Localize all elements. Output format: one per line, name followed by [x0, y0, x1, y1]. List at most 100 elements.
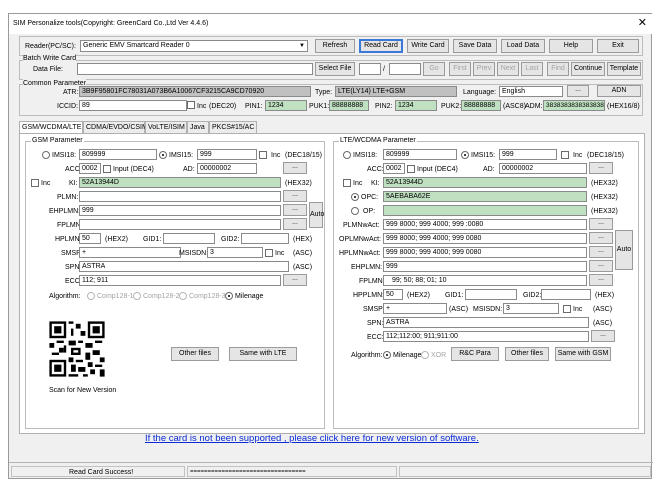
pin1-input[interactable]: 1234: [265, 100, 307, 111]
lte-spn-input[interactable]: ASTRA: [383, 317, 589, 328]
lte-ehplmn-input[interactable]: 999: [383, 261, 587, 272]
lte-fplmn-more-button[interactable]: ...: [589, 274, 613, 286]
tab-pkcs15-ac[interactable]: PKCS#15/AC: [209, 121, 257, 133]
gsm-ad-more-button[interactable]: ...: [283, 162, 307, 174]
gsm-imsi18-input[interactable]: 809999: [79, 149, 157, 160]
gsm-acc-input-checkbox[interactable]: [103, 165, 111, 173]
lte-plmnwact-more-button[interactable]: ...: [589, 218, 613, 230]
pin2-input[interactable]: 1234: [395, 100, 437, 111]
template-button[interactable]: Template: [607, 62, 641, 76]
tab-volte-isim[interactable]: VoLTE/ISIM: [145, 121, 187, 133]
lte-imsi18-radio[interactable]: [343, 151, 351, 159]
lte-ecc-more-button[interactable]: ...: [591, 330, 615, 342]
same-with-gsm-button[interactable]: Same with GSM: [555, 347, 611, 361]
go-button[interactable]: Go: [423, 62, 445, 76]
lte-fplmn-input[interactable]: 99; 50; 88; 01; 10: [383, 275, 587, 286]
gsm-fplmn-input[interactable]: [79, 219, 281, 230]
iccid-inc-checkbox[interactable]: [187, 101, 195, 109]
save-data-button[interactable]: Save Data: [453, 39, 497, 53]
batch-total-input[interactable]: [389, 63, 421, 75]
lte-auto-button[interactable]: Auto: [615, 230, 633, 270]
lte-ki-input[interactable]: 52A13944D: [383, 177, 587, 188]
load-data-button[interactable]: Load Data: [501, 39, 545, 53]
lte-imsi15-input[interactable]: 999: [499, 149, 557, 160]
gsm-algo-comp128-3-radio[interactable]: [179, 292, 187, 300]
lte-imsi-inc-checkbox[interactable]: [561, 151, 569, 159]
last-button[interactable]: Last: [521, 62, 543, 76]
lte-algo-milenage-radio[interactable]: [383, 351, 391, 359]
lte-algo-xor-radio[interactable]: [421, 351, 429, 359]
gsm-algo-comp128-2-radio[interactable]: [133, 292, 141, 300]
gsm-ad-input[interactable]: 00000002: [197, 163, 257, 174]
gsm-imsi-inc-checkbox[interactable]: [259, 151, 267, 159]
language-select[interactable]: English: [499, 86, 563, 97]
lte-oplmnwact-input[interactable]: 999 8000; 999 4000; 999 0080: [383, 233, 587, 244]
lte-gid1-input[interactable]: [465, 289, 517, 300]
gsm-ki-input[interactable]: 52A13944D: [79, 177, 281, 188]
gsm-smsp-input[interactable]: +: [79, 247, 181, 258]
gsm-spn-input[interactable]: ASTRA: [79, 261, 289, 272]
prev-button[interactable]: Prev: [473, 62, 495, 76]
lte-ecc-input[interactable]: 112;112:00; 911;911:00: [383, 331, 589, 342]
gsm-fplmn-more-button[interactable]: ...: [283, 218, 307, 230]
lte-smsp-input[interactable]: +: [383, 303, 447, 314]
gsm-acc-input[interactable]: 0002: [79, 163, 101, 174]
next-button[interactable]: Next: [497, 62, 519, 76]
lte-op-input[interactable]: [383, 205, 587, 216]
gsm-ki-inc-checkbox[interactable]: [31, 179, 39, 187]
gsm-gid2-input[interactable]: [241, 233, 289, 244]
reader-select[interactable]: Generic EMV Smartcard Reader 0 ▼: [80, 40, 308, 52]
lte-msisdn-input[interactable]: 3: [503, 303, 559, 314]
lte-ehplmn-more-button[interactable]: ...: [589, 260, 613, 272]
continue-button[interactable]: Continue: [571, 62, 605, 76]
lte-opc-radio[interactable]: [351, 193, 359, 201]
read-card-button[interactable]: Read Card: [359, 39, 403, 53]
gsm-gid1-input[interactable]: [163, 233, 215, 244]
gsm-ehplmn-input[interactable]: 999: [79, 205, 281, 216]
gsm-algo-milenage-radio[interactable]: [225, 292, 233, 300]
gsm-imsi15-input[interactable]: 999: [197, 149, 257, 160]
puk1-input[interactable]: 88888888: [329, 100, 369, 111]
select-file-button[interactable]: Select File: [315, 62, 355, 76]
lte-msisdn-inc-checkbox[interactable]: [563, 305, 571, 313]
lte-plmnwact-input[interactable]: 999 8000; 999 4000; 999 :0080: [383, 219, 587, 230]
lte-imsi15-radio[interactable]: [461, 151, 469, 159]
new-version-link[interactable]: If the card is not been supported , plea…: [145, 433, 479, 444]
first-button[interactable]: First: [449, 62, 471, 76]
gsm-other-files-button[interactable]: Other files: [171, 347, 219, 361]
gsm-algo-comp128-1-radio[interactable]: [87, 292, 95, 300]
lte-hpplmn-input[interactable]: 50: [383, 289, 403, 300]
adm-input[interactable]: 3838383838383838: [543, 100, 605, 111]
gsm-msisdn-input[interactable]: 3: [207, 247, 263, 258]
gsm-ecc-more-button[interactable]: ...: [283, 274, 307, 286]
language-more-button[interactable]: ...: [567, 85, 589, 97]
gsm-msisdn-inc-checkbox[interactable]: [265, 249, 273, 257]
close-icon[interactable]: ✕: [638, 17, 647, 29]
lte-hplmnwact-input[interactable]: 999 8000; 999 4000; 999 0080: [383, 247, 587, 258]
lte-ad-input[interactable]: 00000002: [499, 163, 587, 174]
lte-gid2-input[interactable]: [541, 289, 591, 300]
qr-code[interactable]: [47, 319, 107, 379]
exit-button[interactable]: Exit: [597, 39, 639, 53]
iccid-input[interactable]: 89: [79, 100, 187, 111]
rc-para-button[interactable]: R&C Para: [451, 347, 499, 361]
gsm-imsi18-radio[interactable]: [42, 151, 50, 159]
gsm-plmn-more-button[interactable]: ...: [283, 190, 307, 202]
lte-ad-more-button[interactable]: ...: [589, 162, 613, 174]
write-card-button[interactable]: Write Card: [407, 39, 449, 53]
gsm-auto-button[interactable]: Auto: [309, 202, 324, 228]
batch-current-input[interactable]: [359, 63, 381, 75]
lte-op-radio[interactable]: [351, 207, 359, 215]
adn-button[interactable]: ADN: [597, 85, 641, 97]
gsm-ehplmn-more-button[interactable]: ...: [283, 204, 307, 216]
lte-hplmnwact-more-button[interactable]: ...: [589, 246, 613, 258]
lte-opc-input[interactable]: 5AEBABA62E: [383, 191, 587, 202]
gsm-hplmn-input[interactable]: 50: [79, 233, 101, 244]
lte-imsi18-input[interactable]: 809999: [383, 149, 457, 160]
same-with-lte-button[interactable]: Same with LTE: [229, 347, 297, 361]
tab-java[interactable]: Java: [187, 121, 209, 133]
gsm-imsi15-radio[interactable]: [159, 151, 167, 159]
lte-ki-inc-checkbox[interactable]: [343, 179, 351, 187]
lte-acc-input[interactable]: 0002: [383, 163, 405, 174]
lte-oplmnwact-more-button[interactable]: ...: [589, 232, 613, 244]
